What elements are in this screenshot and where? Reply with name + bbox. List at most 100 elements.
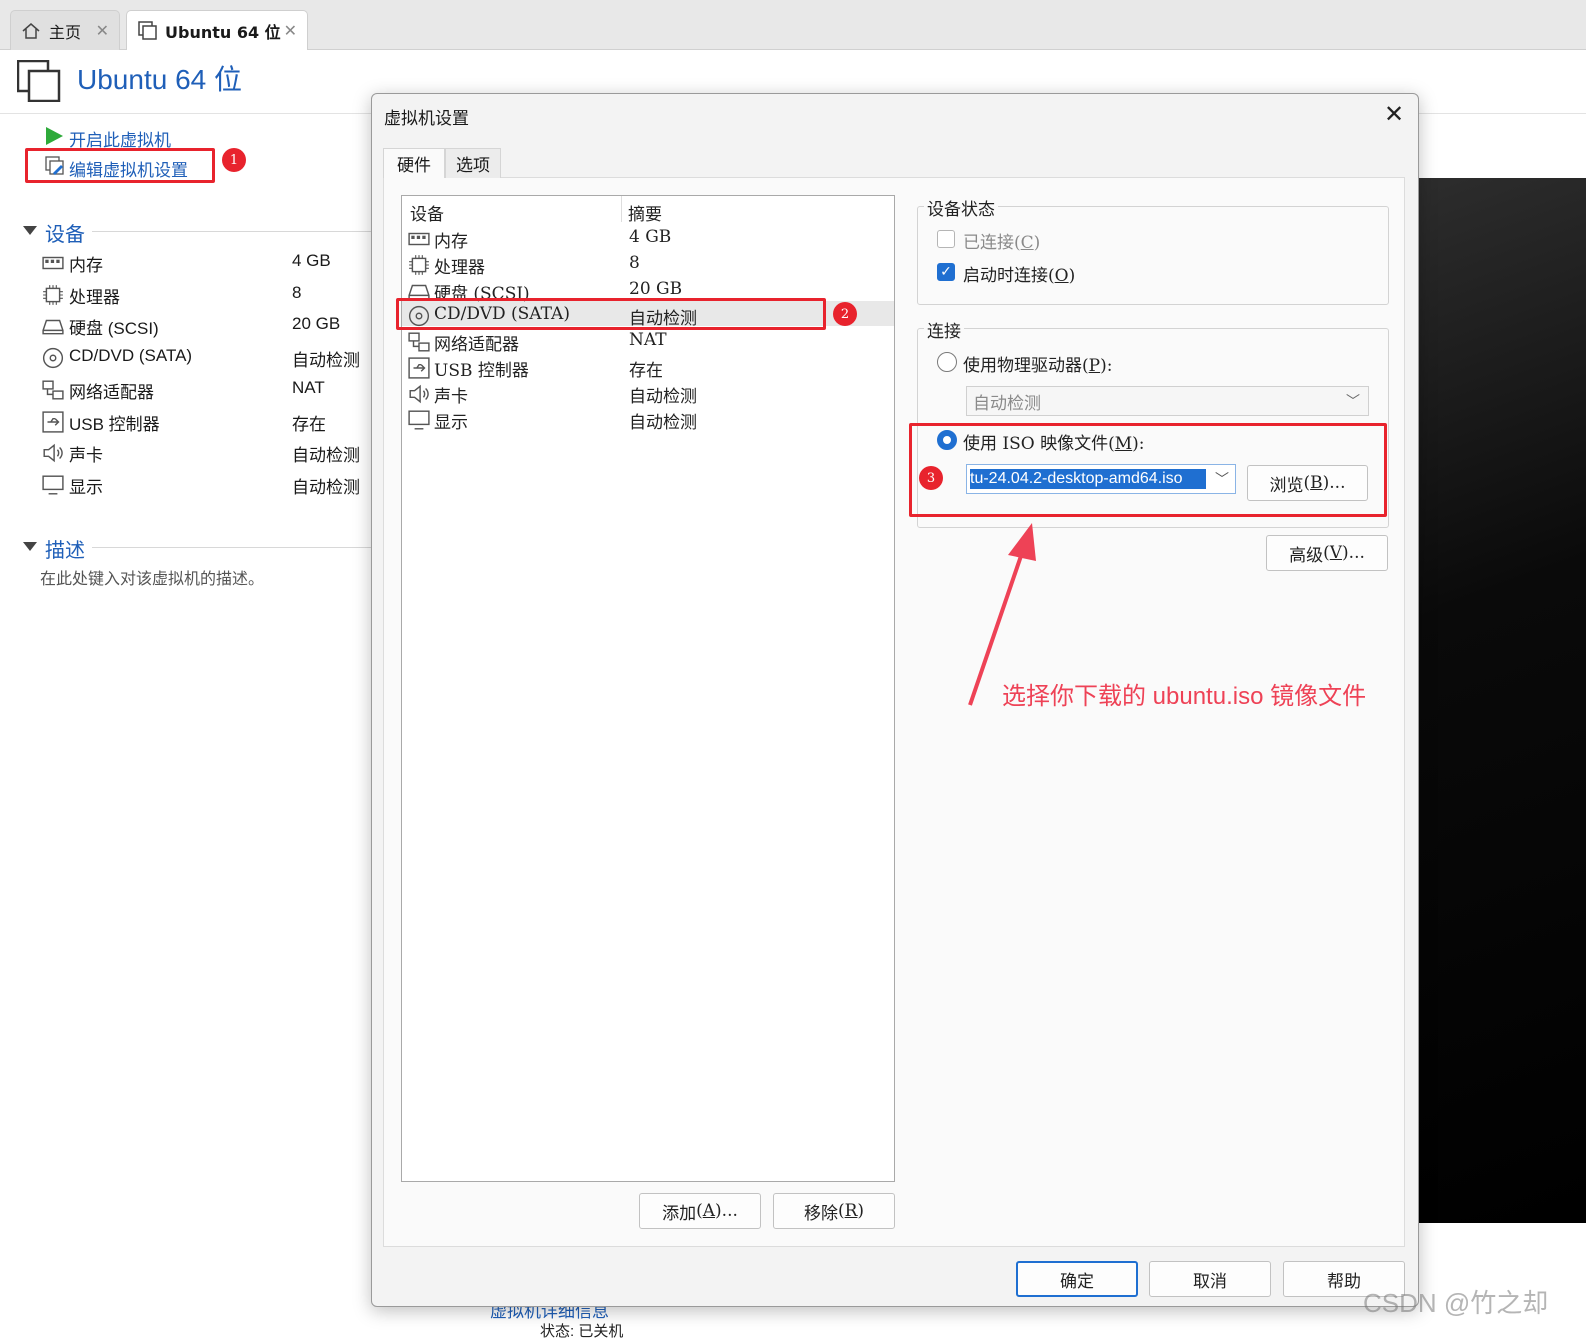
connected-checkbox[interactable] <box>937 230 955 248</box>
column-divider[interactable] <box>621 196 622 222</box>
vm-device-name[interactable]: 硬盘 (SCSI) <box>69 314 159 339</box>
close-icon[interactable]: ✕ <box>284 21 297 40</box>
ok-button[interactable]: 确定 <box>1016 1261 1138 1297</box>
tab-hardware[interactable]: 硬件 <box>383 148 445 178</box>
edit-settings-icon <box>45 156 64 175</box>
dialog-device-summary: 自动检测 <box>629 412 697 433</box>
dialog-device-name[interactable]: 内存 <box>434 227 468 252</box>
device-status-label: 设备状态 <box>924 195 998 220</box>
play-icon <box>46 127 63 145</box>
dialog-device-icon-wrap <box>408 228 430 254</box>
tab-home-label: 主页 <box>49 22 82 42</box>
dialog-device-icon-wrap <box>408 383 430 409</box>
dialog-close-icon[interactable]: ✕ <box>1380 100 1408 128</box>
tab-options[interactable]: 选项 <box>445 148 501 178</box>
chevron-down-icon: ﹀ <box>1346 394 1360 410</box>
annotation-box-2 <box>396 298 826 330</box>
device-column-header[interactable]: 设备 <box>410 200 444 225</box>
section-divider <box>92 547 372 548</box>
vm-device-value: 存在 <box>292 414 326 434</box>
edit-vm-settings-link[interactable]: 编辑虚拟机设置 <box>69 156 188 181</box>
devices-section-title: 设备 <box>45 224 85 246</box>
physical-drive-select[interactable]: 自动检测 ﹀ <box>966 386 1369 416</box>
processor-icon <box>409 254 429 275</box>
vm-device-icon-wrap <box>42 284 64 310</box>
vm-device-value: 自动检测 <box>292 477 360 497</box>
dialog-device-summary: 存在 <box>629 361 663 381</box>
description-placeholder[interactable]: 在此处键入对该虚拟机的描述。 <box>40 565 264 589</box>
vm-device-value: NAT <box>292 377 325 397</box>
dialog-device-summary: 自动检测 <box>629 386 697 407</box>
vm-device-name[interactable]: 网络适配器 <box>69 378 154 403</box>
vm-device-icon-wrap <box>42 315 64 341</box>
dialog-device-summary: 4 GB <box>629 227 672 247</box>
page-title: Ubuntu 64 位 <box>77 64 242 95</box>
vm-device-value: 20 GB <box>292 314 341 334</box>
dialog-title: 虚拟机设置 <box>384 109 469 128</box>
dialog-device-name[interactable]: USB 控制器 <box>434 356 529 381</box>
collapse-chevron-icon[interactable] <box>22 225 38 237</box>
vm-device-icon-wrap <box>42 379 64 405</box>
home-icon <box>22 22 40 39</box>
section-divider <box>92 231 372 232</box>
sound-icon <box>409 384 429 403</box>
usb-icon <box>408 357 430 379</box>
harddisk-icon <box>42 320 64 335</box>
dialog-device-summary: 8 <box>629 252 640 273</box>
dialog-device-summary: 20 GB <box>629 278 683 299</box>
dialog-device-summary: NAT <box>629 330 667 351</box>
connect-at-power-on-label: 启动时连接(O) <box>963 266 1076 286</box>
vm-device-value: 8 <box>292 282 302 302</box>
physical-drive-radio[interactable] <box>937 352 957 372</box>
close-icon[interactable]: ✕ <box>96 21 109 40</box>
network-icon <box>42 380 64 400</box>
vm-icon <box>138 20 157 40</box>
vm-details-state: 状态: 已关机 <box>540 1323 624 1340</box>
connection-label: 连接 <box>924 317 964 342</box>
processor-icon <box>43 284 63 305</box>
dialog-device-name[interactable]: 显示 <box>434 408 468 433</box>
dialog-device-icon-wrap <box>408 357 430 383</box>
tab-vm[interactable]: Ubuntu 64 位 ✕ <box>126 10 308 50</box>
vm-device-icon-wrap <box>42 474 64 500</box>
display-icon <box>42 475 64 495</box>
dialog-device-name[interactable]: 网络适配器 <box>434 330 519 355</box>
remove-device-button[interactable]: 移除(R) <box>773 1193 895 1229</box>
dialog-device-name[interactable]: 处理器 <box>434 253 485 278</box>
cdrom-icon <box>42 348 64 369</box>
usb-icon <box>42 410 64 433</box>
step-badge-3: 3 <box>919 466 943 490</box>
vm-large-icon <box>17 60 61 102</box>
dialog-device-icon-wrap <box>408 254 430 280</box>
memory-icon <box>408 232 430 246</box>
vm-preview-thumbnail <box>1418 178 1586 1223</box>
display-icon <box>408 410 430 430</box>
collapse-chevron-icon[interactable] <box>22 541 38 553</box>
advanced-button[interactable]: 高级(V)... <box>1266 535 1388 571</box>
annotation-box-3 <box>909 423 1387 517</box>
dialog-device-icon-wrap <box>408 331 430 357</box>
tab-home[interactable]: 主页 ✕ <box>10 10 120 50</box>
vm-device-icon-wrap <box>42 442 64 468</box>
dialog-device-icon-wrap <box>408 409 430 435</box>
vm-device-icon-wrap <box>42 252 64 278</box>
step-badge-2: 2 <box>833 302 857 326</box>
vm-device-value: 自动检测 <box>292 446 360 466</box>
vm-device-name[interactable]: 声卡 <box>69 441 103 466</box>
network-icon <box>408 332 430 352</box>
vm-device-name[interactable]: USB 控制器 <box>69 410 160 435</box>
annotation-note: 选择你下载的 ubuntu.iso 镜像文件 <box>1002 683 1367 710</box>
cancel-button[interactable]: 取消 <box>1149 1261 1271 1297</box>
vm-device-name[interactable]: 内存 <box>69 251 103 276</box>
vm-device-name[interactable]: CD/DVD (SATA) <box>69 346 192 366</box>
vm-device-name[interactable]: 处理器 <box>69 283 120 308</box>
physical-drive-label: 使用物理驱动器(P): <box>963 356 1113 376</box>
connect-at-power-on-checkbox[interactable]: ✓ <box>937 263 955 281</box>
vm-device-name[interactable]: 显示 <box>69 473 103 498</box>
vm-device-icon-wrap <box>42 410 64 437</box>
dialog-device-name[interactable]: 声卡 <box>434 382 468 407</box>
device-status-group <box>917 206 1389 305</box>
watermark: CSDN @竹之却 <box>1363 1288 1549 1318</box>
add-device-button[interactable]: 添加(A)... <box>639 1193 761 1229</box>
summary-column-header[interactable]: 摘要 <box>628 200 662 225</box>
